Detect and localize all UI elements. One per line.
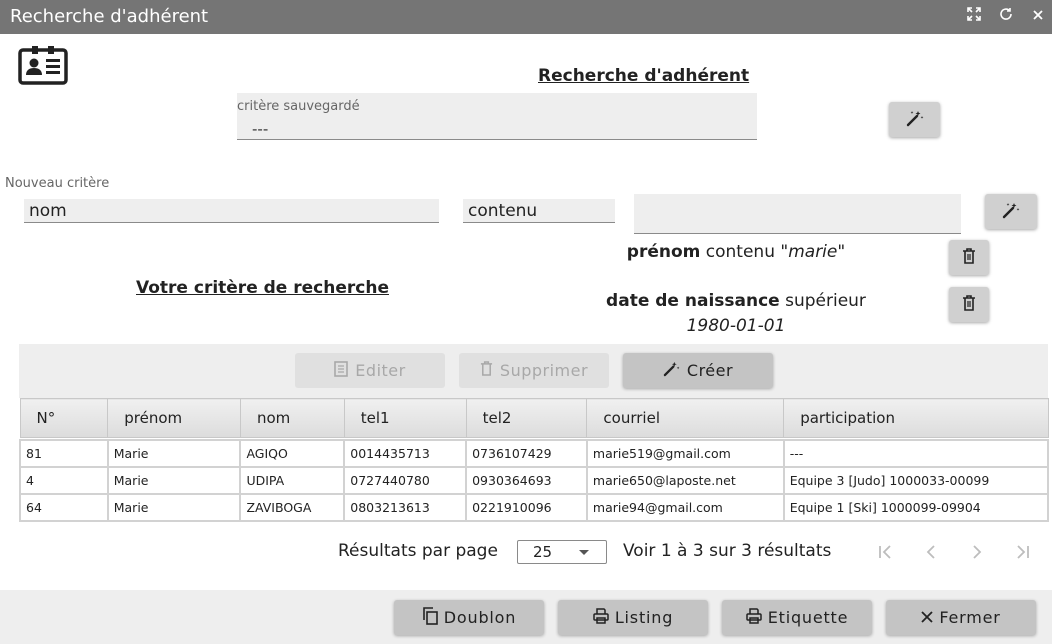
criteria-item-operator: contenu xyxy=(705,242,775,262)
add-criteria-button[interactable] xyxy=(985,194,1037,229)
window-title: Recherche d'adhérent xyxy=(10,6,209,27)
results-table: N° prénom nom tel1 tel2 courriel partici… xyxy=(19,398,1050,522)
cell-tel2: 0736107429 xyxy=(465,438,588,468)
cell-participation: Equipe 1 [Ski] 1000099-09904 xyxy=(782,492,1050,522)
magic-wand-icon xyxy=(906,109,924,131)
criteria-item-value: 1980-01-01 xyxy=(686,316,786,336)
criteria-value-input[interactable] xyxy=(634,194,961,234)
print-icon xyxy=(593,607,609,628)
contact-card-icon xyxy=(18,44,68,90)
criteria-item-field: date de naissance xyxy=(606,291,780,311)
column-header-number[interactable]: N° xyxy=(19,398,109,438)
fullscreen-icon[interactable] xyxy=(964,7,984,27)
criteria-item-operator: supérieur xyxy=(785,291,866,311)
create-button-label: Créer xyxy=(686,361,734,380)
per-page-value: 25 xyxy=(533,543,553,561)
column-header-tel1[interactable]: tel1 xyxy=(343,398,467,438)
cell-number: 64 xyxy=(19,492,109,522)
table-row[interactable]: 81 Marie AGIQO 0014435713 0736107429 mar… xyxy=(19,438,1050,468)
table-row[interactable]: 4 Marie UDIPA 0727440780 0930364693 mari… xyxy=(19,465,1050,495)
trash-icon xyxy=(480,361,493,380)
cell-tel1: 0803213613 xyxy=(343,492,468,522)
copy-icon xyxy=(422,606,438,629)
cell-email: marie519@gmail.com xyxy=(585,438,785,468)
cell-firstname: Marie xyxy=(106,438,242,468)
cell-participation: --- xyxy=(782,438,1050,468)
edit-saved-criteria-button[interactable] xyxy=(889,102,940,137)
duplicate-button[interactable]: Doublon xyxy=(394,600,544,635)
cell-lastname: UDIPA xyxy=(239,465,346,495)
next-page-icon[interactable] xyxy=(967,542,987,562)
saved-criteria-value: --- xyxy=(252,120,269,138)
delete-criteria-button[interactable] xyxy=(949,287,989,322)
cell-tel1: 0014435713 xyxy=(343,438,468,468)
dialog-footer: Doublon Listing Etiquette Fermer xyxy=(0,590,1052,644)
criteria-item: prénom contenu "marie" xyxy=(600,242,872,262)
cell-tel2: 0930364693 xyxy=(465,465,588,495)
column-header-firstname[interactable]: prénom xyxy=(107,398,241,438)
magic-wand-icon xyxy=(663,360,680,381)
your-criteria-title: Votre critère de recherche xyxy=(136,278,389,298)
edit-button[interactable]: Editer xyxy=(295,353,445,388)
cell-number: 81 xyxy=(19,438,109,468)
cell-lastname: ZAVIBOGA xyxy=(239,492,346,522)
previous-page-icon[interactable] xyxy=(921,542,941,562)
per-page-label: Résultats par page xyxy=(338,541,498,561)
cell-email: marie650@laposte.net xyxy=(585,465,785,495)
cell-tel1: 0727440780 xyxy=(343,465,468,495)
print-icon xyxy=(745,607,762,628)
table-header-row: N° prénom nom tel1 tel2 courriel partici… xyxy=(19,398,1049,438)
window-titlebar: Recherche d'adhérent xyxy=(0,0,1052,34)
duplicate-button-label: Doublon xyxy=(443,608,517,627)
cell-lastname: AGIQO xyxy=(239,438,346,468)
column-header-email[interactable]: courriel xyxy=(586,398,785,438)
table-row[interactable]: 64 Marie ZAVIBOGA 0803213613 0221910096 … xyxy=(19,492,1050,522)
results-toolbar: Editer Supprimer Créer xyxy=(19,344,1048,398)
dropdown-arrow-icon xyxy=(579,550,589,555)
delete-button-label: Supprimer xyxy=(499,361,589,380)
saved-criteria-label: critère sauvegardé xyxy=(237,99,360,114)
delete-button[interactable]: Supprimer xyxy=(459,353,609,388)
label-print-button[interactable]: Etiquette xyxy=(722,600,872,635)
saved-criteria-select[interactable]: critère sauvegardé --- xyxy=(237,93,757,140)
listing-button-label: Listing xyxy=(614,608,674,627)
magic-wand-icon xyxy=(1002,201,1020,223)
listing-button[interactable]: Listing xyxy=(558,600,708,635)
page-title: Recherche d'adhérent xyxy=(538,66,750,86)
cell-firstname: Marie xyxy=(106,492,242,522)
criteria-field-select[interactable]: nom xyxy=(24,199,439,223)
column-header-lastname[interactable]: nom xyxy=(239,398,345,438)
trash-icon xyxy=(962,294,976,315)
new-criteria-label: Nouveau critère xyxy=(5,176,110,191)
column-header-tel2[interactable]: tel2 xyxy=(465,398,588,438)
results-range: Voir 1 à 3 sur 3 résultats xyxy=(623,541,832,561)
create-button[interactable]: Créer xyxy=(623,353,773,388)
label-print-button-label: Etiquette xyxy=(767,608,849,627)
criteria-item-field: prénom xyxy=(626,242,701,262)
cell-tel2: 0221910096 xyxy=(465,492,588,522)
last-page-icon[interactable] xyxy=(1012,542,1032,562)
column-header-participation[interactable]: participation xyxy=(783,398,1049,438)
trash-icon xyxy=(962,247,976,268)
cell-participation: Equipe 3 [Judo] 1000033-00099 xyxy=(782,465,1050,495)
close-button[interactable]: Fermer xyxy=(886,600,1036,635)
per-page-select[interactable]: 25 xyxy=(517,540,607,564)
criteria-item: date de naissance supérieur 1980-01-01 xyxy=(580,289,892,339)
close-icon[interactable] xyxy=(1028,7,1048,27)
close-button-label: Fermer xyxy=(939,608,1001,627)
cell-number: 4 xyxy=(19,465,109,495)
first-page-icon[interactable] xyxy=(876,542,896,562)
cell-firstname: Marie xyxy=(106,465,242,495)
delete-criteria-button[interactable] xyxy=(949,240,989,275)
criteria-operator-select[interactable]: contenu xyxy=(463,199,615,223)
close-icon xyxy=(921,608,933,627)
refresh-icon[interactable] xyxy=(996,7,1016,27)
criteria-item-value: "marie" xyxy=(780,242,846,262)
edit-button-label: Editer xyxy=(355,361,406,380)
cell-email: marie94@gmail.com xyxy=(585,492,785,522)
document-icon xyxy=(334,360,349,381)
